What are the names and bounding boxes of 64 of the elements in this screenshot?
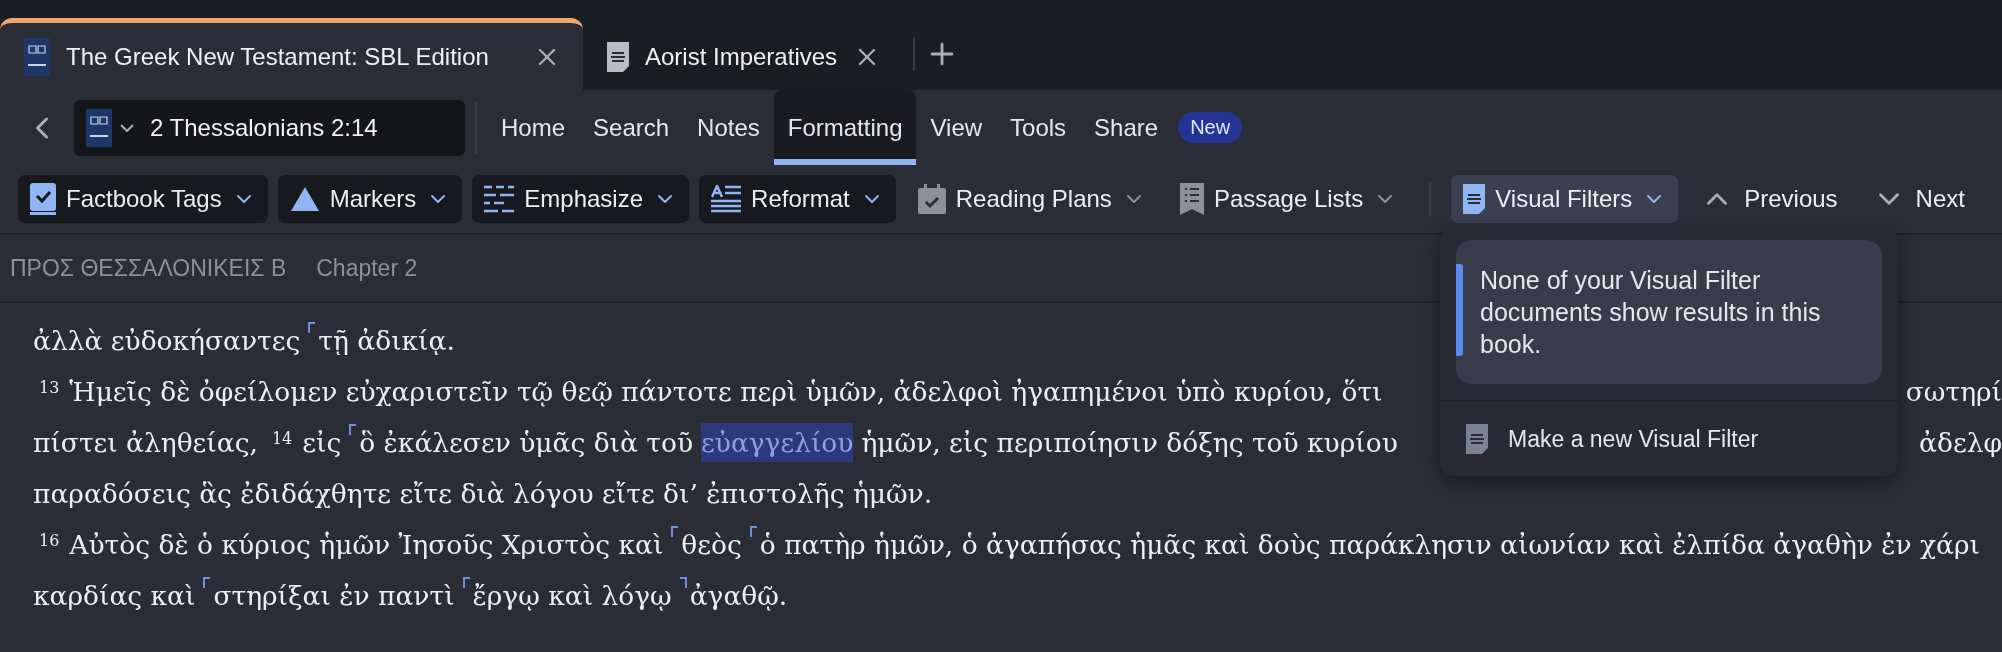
toolbar-button[interactable]: Visual Filters <box>1451 175 1679 223</box>
highlighted-word: εὐαγγελίου <box>701 423 854 462</box>
verse-text: ἀγαθῷ. <box>689 580 788 611</box>
breadcrumb-text[interactable]: Chapter 2 <box>316 254 418 282</box>
toolbar-button[interactable]: Next <box>1859 175 1977 223</box>
new-badge: New <box>1178 112 1243 143</box>
toolbar-button[interactable]: Reformat <box>699 175 896 223</box>
menu-tab[interactable]: Home <box>487 90 580 165</box>
verse-number: 16 <box>39 531 60 550</box>
toolbar-icon <box>711 185 742 213</box>
verse-text: θεὸς <box>681 529 742 560</box>
document-tab[interactable]: The Greek New Testament: SBL Edition <box>0 18 583 90</box>
book-cover-icon <box>24 37 50 76</box>
document-icon <box>607 41 629 72</box>
critical-mark-icon <box>462 577 470 588</box>
critical-mark-icon <box>679 577 687 588</box>
toolbar-icon <box>1463 184 1486 214</box>
verse-text: ὁ πατὴρ ἡμῶν, ὁ ἀγαπήσας ἡμᾶς καὶ δοὺς παράκλησιν αἰωνίαν καὶ ἐλπίδα ἀγαθὴν ἐν χάρι <box>759 529 1980 560</box>
toolbar-icon <box>917 184 946 214</box>
document-tab[interactable]: Aorist Imperatives <box>583 18 904 90</box>
critical-mark-icon <box>203 577 211 588</box>
verse-text: πίστει ἀληθείας, <box>33 427 258 458</box>
menu-tab[interactable]: Share <box>1080 90 1173 165</box>
verse-text: καρδίας καὶ <box>33 580 196 611</box>
menu-tab[interactable]: Formatting <box>773 90 917 165</box>
caret-icon <box>120 123 134 132</box>
critical-mark-icon <box>671 526 679 537</box>
verse-text: Ἡμεῖς δὲ ὀφείλομεν εὐχαριστεῖν τῷ θεῷ πάντοτε περὶ ὑμῶν, ἀδελφοὶ ἠγαπημένοι ὑπὸ κυρίου, ὅτι <box>69 376 1383 407</box>
menu-item[interactable]: Make a new Visual Filter <box>1440 400 1898 476</box>
toolbar-icon <box>484 185 515 213</box>
critical-mark-icon <box>349 424 357 435</box>
toolbar-icon <box>30 183 56 215</box>
verse-text: ἀλλὰ εὐδοκήσαντες <box>33 325 301 356</box>
toolbar-icon <box>289 186 320 212</box>
verse-text: ἔργῳ καὶ λόγῳ <box>472 580 672 611</box>
critical-mark-icon <box>749 526 757 537</box>
toolbar-button[interactable]: Emphasize <box>472 175 690 223</box>
verse-text: τῇ ἀδικίᾳ. <box>318 325 455 356</box>
info-message: None of your Visual Filter documents show results in this book. <box>1480 266 1821 358</box>
menu-tab[interactable]: Tools <box>996 90 1081 165</box>
verse-text: παραδόσεις ἃς ἐδιδάχθητε εἴτε διὰ λόγου εἴτε δι’ ἐπιστολῆς ἡμῶν. <box>33 478 933 509</box>
toolbar-button[interactable]: Markers <box>277 175 463 223</box>
verse-text: ἡμῶν, εἰς περιποίησιν δόξης τοῦ κυρίου <box>861 427 1398 458</box>
toolbar-icon <box>1179 183 1204 215</box>
menu-tab[interactable]: Search <box>579 90 684 165</box>
verse-text: ὃ ἐκάλεσεν ὑμᾶς διὰ τοῦ <box>359 427 694 458</box>
verse-number: 14 <box>271 429 293 448</box>
menu-tab[interactable]: Notes <box>683 90 774 165</box>
toolbar-button[interactable]: Passage Lists <box>1167 175 1410 223</box>
menu-tab[interactable]: View <box>916 90 997 165</box>
reference-field[interactable]: 2 Thessalonians 2:14 <box>74 99 465 156</box>
critical-mark-icon <box>308 322 316 333</box>
book-cover-icon <box>86 108 112 147</box>
breadcrumb-text[interactable]: ΠΡΟΣ ΘΕΣΣΑΛΟΝΙΚΕΙΣ Β <box>10 254 287 282</box>
verse-number: 13 <box>39 378 60 397</box>
toolbar-button[interactable]: Previous <box>1688 175 1850 223</box>
verse-text: σωτηρί <box>1905 376 2002 407</box>
verse-text: Αὐτὸς δὲ ὁ κύριος ἡμῶν Ἰησοῦς Χριστὸς καὶ <box>69 529 664 560</box>
verse-text: εἰς <box>302 427 342 458</box>
verse-text: στηρίξαι ἐν παντὶ <box>213 580 455 611</box>
toolbar-button[interactable]: Factbook Tags <box>18 175 268 223</box>
toolbar-button[interactable]: Reading Plans <box>905 175 1158 223</box>
document-icon <box>1466 424 1488 454</box>
verse-text: ἀδελφ <box>1919 427 2002 458</box>
